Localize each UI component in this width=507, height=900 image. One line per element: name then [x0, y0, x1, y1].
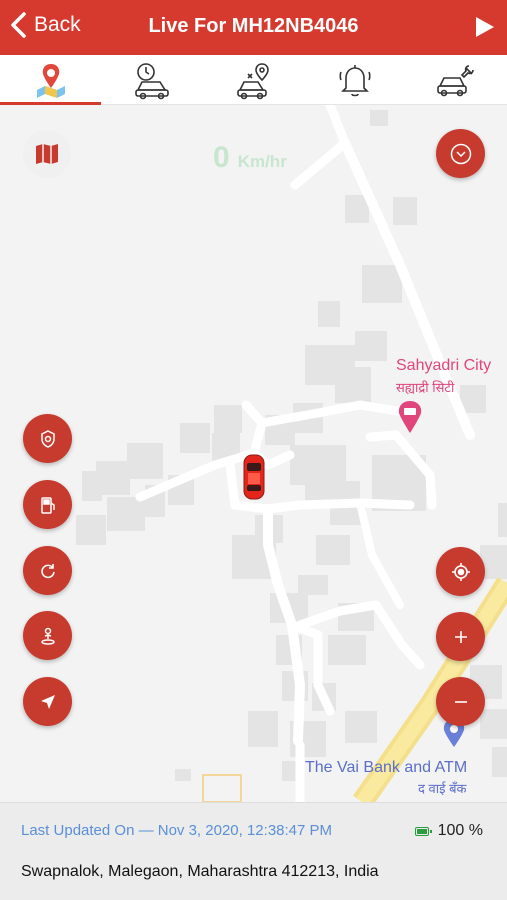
address-text: Swapnalok, Malegaon, Maharashtra 412213,… — [21, 863, 379, 880]
collapse-button[interactable] — [436, 129, 485, 178]
vehicle-marker-icon — [243, 454, 265, 500]
tab-bar — [0, 55, 507, 105]
battery-icon — [414, 826, 432, 836]
poi-label-sahyadri-hindi: सह्याद्री सिटी — [396, 380, 455, 395]
speed-value: 0 — [213, 141, 230, 174]
fuel-station-button[interactable] — [23, 480, 72, 529]
plus-icon — [454, 630, 467, 643]
bell-icon — [339, 64, 371, 96]
live-tracking-screen: Back Live For MH12NB4046 0 Km/hr Sahyadr… — [0, 0, 507, 900]
person-button[interactable] — [23, 611, 72, 660]
poi-pin-icon — [398, 401, 422, 433]
map-icon — [36, 144, 58, 164]
poi-label-bank-hindi: द वाई बँक — [418, 781, 467, 796]
car-wrench-icon — [437, 64, 475, 96]
battery-level: 100 % — [437, 822, 483, 839]
tab-trip-history[interactable] — [101, 55, 202, 104]
page-title: Live For MH12NB4046 — [148, 15, 359, 37]
person-pin-icon — [40, 627, 55, 645]
map-type-button[interactable] — [23, 130, 71, 178]
car-location-icon — [236, 62, 269, 99]
zoom-in-button[interactable] — [436, 612, 485, 661]
refresh-icon — [40, 563, 55, 578]
refresh-button[interactable] — [23, 546, 72, 595]
header-bar: Back Live For MH12NB4046 — [0, 0, 507, 55]
tab-alerts[interactable] — [304, 55, 405, 104]
speed-unit: Km/hr — [237, 152, 287, 171]
poi-label-sahyadri[interactable]: Sahyadri City — [396, 357, 491, 375]
play-icon[interactable] — [475, 16, 495, 38]
navigation-arrow-icon — [40, 694, 55, 709]
fuel-pump-icon — [40, 496, 55, 514]
tab-service[interactable] — [406, 55, 507, 104]
minus-icon — [454, 700, 467, 703]
car-clock-icon — [135, 62, 169, 99]
poi-label-bank[interactable]: The Vai Bank and ATM — [305, 759, 467, 777]
police-station-button[interactable] — [23, 414, 72, 463]
tab-live-map[interactable] — [0, 55, 102, 105]
speed-readout: 0 Km/hr — [213, 141, 287, 175]
status-footer: Last Updated On — Nov 3, 2020, 12:38:47 … — [0, 802, 507, 900]
battery-status: 100 % — [414, 822, 483, 840]
zoom-out-button[interactable] — [436, 677, 485, 726]
live-map[interactable]: 0 Km/hr Sahyadri City सह्याद्री सिटी The… — [0, 105, 507, 802]
crosshair-icon — [451, 562, 470, 581]
police-badge-icon — [40, 429, 55, 448]
last-updated-text: Last Updated On — Nov 3, 2020, 12:38:47 … — [21, 822, 333, 839]
chevron-down-circle-icon — [450, 143, 471, 164]
tab-car-location[interactable] — [203, 55, 304, 104]
navigate-button[interactable] — [23, 677, 72, 726]
recenter-button[interactable] — [436, 547, 485, 596]
map-canvas — [76, 105, 507, 802]
map-pin-icon — [36, 63, 65, 98]
